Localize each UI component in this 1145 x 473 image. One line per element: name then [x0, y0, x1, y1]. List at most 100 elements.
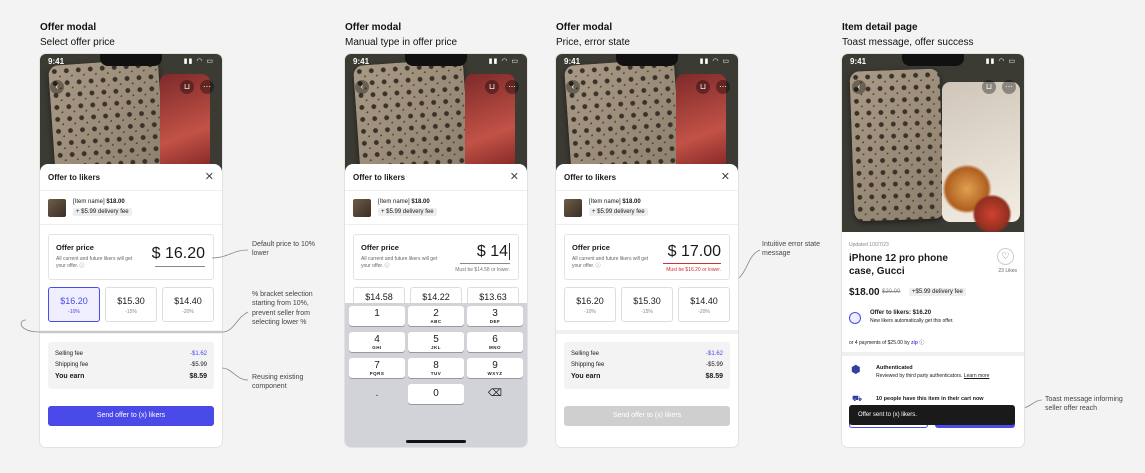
screen-subtitle: Select offer price: [40, 37, 115, 48]
more-icon[interactable]: ⋯: [505, 80, 519, 94]
updated-date: Updated 10/27/23: [849, 242, 889, 248]
offer-price-box[interactable]: Offer price All current and future liker…: [564, 234, 730, 280]
sheet-title: Offer to likers: [353, 173, 406, 182]
close-icon[interactable]: ✕: [721, 170, 730, 183]
delivery-fee-badge: + $5.99 delivery fee: [589, 208, 648, 216]
shield-icon: ⬢: [851, 364, 861, 376]
status-time: 9:41: [850, 57, 867, 66]
item-title: iPhone 12 pro phone case, Gucci: [849, 253, 948, 277]
delivery-fee-badge: + $5.99 delivery fee: [378, 208, 437, 216]
product-photo: 9:41 ▮▮ ◠ ▭ ‹ ⊔ ⋯: [40, 54, 222, 174]
offer-price-hint: Must be $14.58 or lower.: [455, 267, 510, 273]
cart-icon[interactable]: ⊔: [485, 80, 499, 94]
chevron-left-icon[interactable]: ‹: [50, 80, 64, 94]
more-icon[interactable]: ⋯: [200, 80, 214, 94]
offer-price-value[interactable]: $ 16.20: [152, 245, 205, 263]
toast-message: Offer sent to (x) likers.: [849, 405, 1015, 425]
screen-title: Offer modal: [40, 22, 97, 33]
cart-icon[interactable]: ⊔: [982, 80, 996, 94]
pct-option-10[interactable]: $16.20 -10%: [48, 287, 100, 322]
pct-option-20[interactable]: $14.40 -20%: [162, 287, 214, 322]
backspace-icon[interactable]: ⌫: [467, 384, 523, 404]
offer-sheet: Offer to likers ✕ [Item name] $18.00 + $…: [40, 164, 222, 447]
cart-icon[interactable]: ⊔: [696, 80, 710, 94]
offer-sub: New likers automatically get this offer.: [870, 318, 954, 324]
offer-price-desc: All current and future likers will get y…: [572, 256, 649, 269]
key-9[interactable]: 9 WXYZ: [467, 358, 523, 378]
phone-frame: 9:41 ▮▮ ◠ ▭ ‹ ⊔ ⋯ Offer to likers ✕ [Ite…: [40, 54, 222, 447]
product-photo: 9:41 ▮▮ ◠ ▭ ‹ ⊔ ⋯: [345, 54, 527, 174]
phone-frame: 9:41 ▮▮ ◠ ▭ ‹ ⊔ ⋯ Offer to likers ✕ [Ite…: [345, 54, 527, 447]
status-time: 9:41: [48, 57, 65, 66]
auth-sub: Reviewed by third party authenticators. …: [876, 373, 990, 379]
offer-price-label: Offer price: [572, 243, 610, 252]
screen-subtitle: Price, error state: [556, 37, 630, 48]
key-5[interactable]: 5 JKL: [408, 332, 464, 352]
item-price: $18.00: [849, 287, 880, 298]
sheet-title: Offer to likers: [564, 173, 617, 182]
learn-more-link[interactable]: Learn more: [964, 373, 990, 379]
close-icon[interactable]: ✕: [510, 170, 519, 183]
key-decimal[interactable]: .: [349, 384, 405, 404]
fees-summary: Selling fee -$1.62 Shipping fee -$5.99 You…: [564, 342, 730, 389]
likes-count: 23 Likes: [998, 268, 1017, 274]
phone-frame: 9:41 ▮▮ ◠ ▭ ‹ ⊔ ⋯ Updated 10/27/23 iPhon…: [842, 54, 1024, 447]
cart-text: 10 people have this item in their cart n…: [876, 396, 984, 402]
screen-title: Offer modal: [556, 22, 613, 33]
more-icon[interactable]: ⋯: [1002, 80, 1016, 94]
delivery-fee-badge: + $5.99 delivery fee: [73, 208, 132, 216]
heart-icon[interactable]: ♡: [997, 248, 1014, 265]
pct-option-15[interactable]: $15.30 -15%: [105, 287, 157, 322]
offer-price-box[interactable]: Offer price All current and future liker…: [353, 234, 519, 280]
pct-option-10[interactable]: $16.20 -10%: [564, 287, 616, 322]
key-6[interactable]: 6 MNO: [467, 332, 523, 352]
offer-price-desc: All current and future likers will get y…: [56, 256, 133, 269]
offer-price-label: Offer price: [361, 243, 399, 252]
fees-summary: Selling fee -$1.62 Shipping fee -$5.99 You…: [48, 342, 214, 389]
key-2[interactable]: 2 ABC: [408, 306, 464, 326]
cart-icon[interactable]: ⊔: [180, 80, 194, 94]
key-1[interactable]: 1: [349, 306, 405, 326]
cart-people-icon: ⛟: [852, 394, 863, 403]
chevron-left-icon[interactable]: ‹: [566, 80, 580, 94]
home-indicator: [406, 440, 466, 443]
key-7[interactable]: 7 PQRS: [349, 358, 405, 378]
screen-title: Offer modal: [345, 22, 402, 33]
offer-price-box[interactable]: Offer price All current and future liker…: [48, 234, 214, 280]
sheet-title: Offer to likers: [48, 173, 101, 182]
offer-price-input[interactable]: $ 14: [477, 243, 510, 261]
item-thumbnail: [564, 199, 582, 217]
offer-sheet: Offer to likers ✕ [Item name] $18.00 + $…: [345, 164, 527, 447]
status-time: 9:41: [564, 57, 581, 66]
annotation-reuse: Reusing existing component: [252, 374, 304, 391]
chevron-left-icon[interactable]: ‹: [852, 80, 866, 94]
send-offer-button[interactable]: Send offer to (x) likers: [48, 406, 214, 426]
screen-subtitle: Toast message, offer success: [842, 37, 974, 48]
status-icons: ▮▮ ◠ ▭: [183, 58, 214, 65]
pct-option-20[interactable]: $14.40 -20%: [678, 287, 730, 322]
screen-title: Item detail page: [842, 22, 918, 33]
numeric-keypad: 1 2 ABC 3 DEF 4 GHI 5 JKL 6 MNO 7 PQRS 8 TUV 9W…: [345, 303, 527, 447]
offer-icon: [849, 312, 861, 324]
send-offer-button-disabled[interactable]: Send offer to (x) likers: [564, 406, 730, 426]
close-icon[interactable]: ✕: [205, 170, 214, 183]
status-time: 9:41: [353, 57, 370, 66]
annotation-error: Intuitive error state message: [762, 241, 820, 258]
offer-price-input[interactable]: $ 17.00: [668, 243, 721, 261]
product-photo: 9:41 ▮▮ ◠ ▭ ‹ ⊔ ⋯: [842, 54, 1024, 232]
pct-option-15[interactable]: $15.30 -15%: [621, 287, 673, 322]
screen-subtitle: Manual type in offer price: [345, 37, 458, 48]
delivery-fee-badge: +$5.99 delivery fee: [909, 288, 966, 296]
key-0[interactable]: 0: [408, 384, 464, 404]
item-summary: [Item name] $18.00: [378, 199, 430, 205]
key-4[interactable]: 4 GHI: [349, 332, 405, 352]
annotation-toast: Toast message informing seller offer rea…: [1045, 396, 1123, 413]
key-8[interactable]: 8 TUV: [408, 358, 464, 378]
item-summary: [Item name] $18.00: [73, 199, 125, 205]
offer-price-label: Offer price: [56, 243, 94, 252]
detail-body: Updated 10/27/23 iPhone 12 pro phone cas…: [842, 232, 1024, 447]
item-thumbnail: [48, 199, 66, 217]
key-3[interactable]: 3 DEF: [467, 306, 523, 326]
more-icon[interactable]: ⋯: [716, 80, 730, 94]
chevron-left-icon[interactable]: ‹: [355, 80, 369, 94]
